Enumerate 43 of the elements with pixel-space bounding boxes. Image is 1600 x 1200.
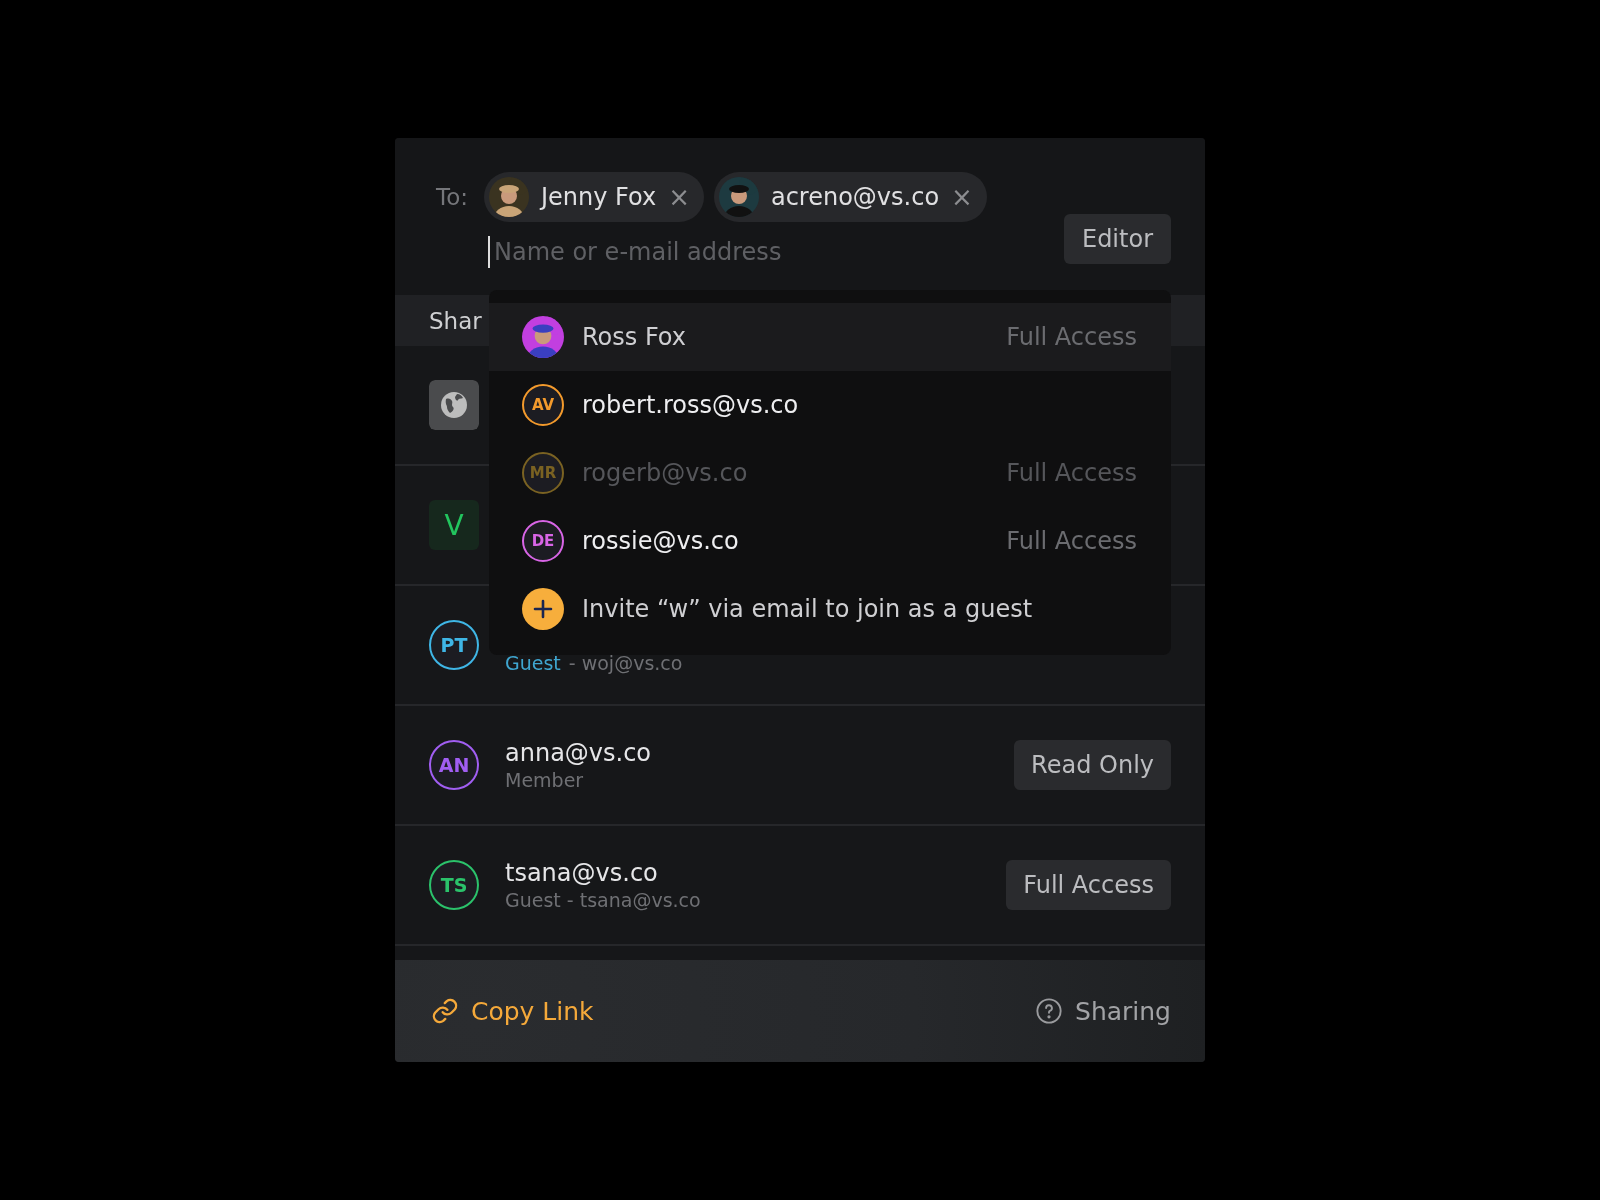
remove-button[interactable]: × [951,184,973,210]
group-avatar: V [429,500,479,550]
user-avatar: MR [522,452,564,494]
globe-icon [429,380,479,430]
user-role: Guest - tsana@vs.co [505,889,701,911]
user-avatar: DE [522,520,564,562]
access-button[interactable]: Full Access [1006,860,1171,910]
user-avatar: AV [522,384,564,426]
copy-link-button[interactable]: Copy Link [431,996,594,1026]
user-email: tsana@vs.co [505,859,659,887]
input-field[interactable]: Name or e-mail address [488,236,898,268]
link-icon [431,997,459,1025]
suggestion-item[interactable]: AV robert.ross@vs.co [489,371,1171,439]
user-avatar: PT [429,620,479,670]
access-label: Full Access [1006,527,1137,555]
user-role: Member [505,769,584,791]
suggestion-name: rogerb@vs.co [582,459,749,487]
access-label: Full Access [1006,459,1137,487]
add-icon [522,588,564,630]
role-button[interactable]: Editor [1063,214,1171,264]
invite-text: Invite “w” via email to join as a guest [582,595,1034,623]
to-label: To: [436,184,468,210]
help-icon [1035,997,1063,1025]
recipient-name: Jenny Fox [540,183,657,211]
sharing-help-button[interactable]: Sharing [1035,996,1171,1026]
recipient-chip[interactable]: Jenny Fox × [483,172,704,222]
role-link[interactable]: Guest [505,652,561,674]
suggestion-name: Ross Fox [582,323,687,351]
recipient-chip[interactable]: acreno@vs.co × [713,172,987,222]
suggestion-item[interactable]: Ross Fox Full Access [489,303,1171,371]
suggestion-name: rossie@vs.co [582,527,740,555]
user-email: anna@vs.co [505,739,653,767]
access-label: Full Access [1006,323,1137,351]
suggestion-item[interactable]: Invite “w” via email to join as a guest [489,575,1171,643]
suggestion-name: robert.ross@vs.co [582,391,800,419]
section-title: Shar [429,307,482,334]
user-role: - woj@vs.co [568,652,683,674]
access-button[interactable]: Read Only [1014,740,1171,790]
user-avatar: AN [429,740,479,790]
suggestion-item[interactable]: DE rossie@vs.co Full Access [489,507,1171,575]
remove-button[interactable]: × [668,184,690,210]
user-avatar: TS [429,860,479,910]
recipient-name: acreno@vs.co [770,183,940,211]
